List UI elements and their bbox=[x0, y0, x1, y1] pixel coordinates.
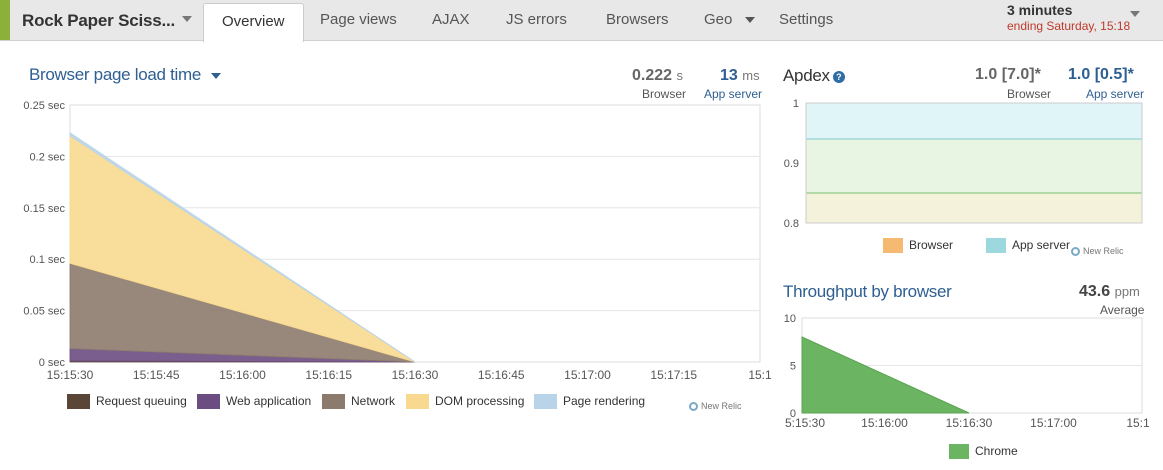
new-relic-logo-icon bbox=[1071, 247, 1080, 257]
legend-label: Browser bbox=[909, 238, 954, 252]
x-tick-label: 15:16:00 bbox=[219, 368, 266, 382]
legend-swatch bbox=[949, 444, 969, 460]
y-tick-label: 10 bbox=[784, 313, 796, 325]
legend-label: Web application bbox=[226, 394, 312, 408]
legend-app-server[interactable]: App server bbox=[986, 236, 1070, 254]
x-tick-label: 15:17:00 bbox=[564, 368, 611, 382]
legend-swatch bbox=[406, 394, 429, 410]
apdex-band-bottom bbox=[806, 193, 1142, 223]
legend-label: Chrome bbox=[975, 444, 1018, 458]
y-tick-label: 1 bbox=[793, 98, 799, 110]
legend-label: DOM processing bbox=[435, 394, 525, 408]
x-tick-label: 5:15:30 bbox=[785, 416, 825, 430]
x-tick-label: 15:1 bbox=[748, 368, 772, 382]
legend-request-queuing[interactable]: Request queuing bbox=[67, 392, 187, 410]
new-relic-attribution: New Relic bbox=[1071, 246, 1124, 257]
load-time-chart: 0 sec0.05 sec0.1 sec0.15 sec0.2 sec0.25 … bbox=[23, 100, 772, 382]
legend-swatch bbox=[534, 394, 557, 410]
x-tick-label: 15:15:45 bbox=[133, 368, 180, 382]
y-tick-label: 0.8 bbox=[784, 218, 799, 230]
new-relic-attribution: New Relic bbox=[689, 401, 742, 412]
legend-page-rendering[interactable]: Page rendering bbox=[534, 392, 645, 410]
apdex-chart: 0.8 0.9 1 bbox=[784, 98, 1143, 230]
x-tick-label: 15:16:15 bbox=[305, 368, 352, 382]
legend-network[interactable]: Network bbox=[322, 392, 395, 410]
legend-label: Page rendering bbox=[563, 394, 646, 408]
x-tick-label: 15:17:00 bbox=[1030, 416, 1077, 430]
legend-web-application[interactable]: Web application bbox=[197, 392, 311, 410]
y-tick-label: 0.05 sec bbox=[23, 306, 65, 318]
legend-browser[interactable]: Browser bbox=[883, 236, 953, 254]
y-tick-label: 0.2 sec bbox=[30, 151, 66, 163]
legend-label: Request queuing bbox=[96, 394, 187, 408]
legend-label: Network bbox=[351, 394, 396, 408]
legend-swatch bbox=[197, 394, 220, 410]
y-tick-label: 0.25 sec bbox=[23, 100, 65, 112]
x-tick-label: 15:16:00 bbox=[861, 416, 908, 430]
apdex-band-middle bbox=[806, 139, 1142, 193]
legend-swatch bbox=[322, 394, 345, 410]
y-tick-label: 0.9 bbox=[784, 158, 799, 170]
legend-dom-processing[interactable]: DOM processing bbox=[406, 392, 524, 410]
y-tick-label: 0.15 sec bbox=[23, 203, 65, 215]
x-tick-label: 15:16:30 bbox=[392, 368, 439, 382]
x-tick-label: 15:16:45 bbox=[478, 368, 525, 382]
attribution-text: New Relic bbox=[1083, 246, 1124, 256]
legend-swatch bbox=[986, 238, 1006, 254]
x-tick-label: 15:16:30 bbox=[946, 416, 993, 430]
y-tick-label: 5 bbox=[790, 361, 796, 373]
y-tick-label: 0.1 sec bbox=[30, 254, 66, 266]
attribution-text: New Relic bbox=[701, 401, 742, 411]
new-relic-logo-icon bbox=[689, 402, 698, 412]
legend-swatch bbox=[883, 238, 903, 254]
throughput-chart: 05105:15:30 15:16:00 15:16:30 15:17:00 15:1 bbox=[784, 313, 1150, 430]
x-tick-label: 15:15:30 bbox=[47, 368, 94, 382]
legend-chrome[interactable]: Chrome bbox=[949, 442, 1018, 460]
x-tick-label: 15:1 bbox=[1126, 416, 1150, 430]
x-tick-label: 15:17:15 bbox=[650, 368, 697, 382]
legend-label: App server bbox=[1012, 238, 1071, 252]
apdex-band-top bbox=[806, 103, 1142, 139]
legend-swatch bbox=[67, 394, 90, 410]
